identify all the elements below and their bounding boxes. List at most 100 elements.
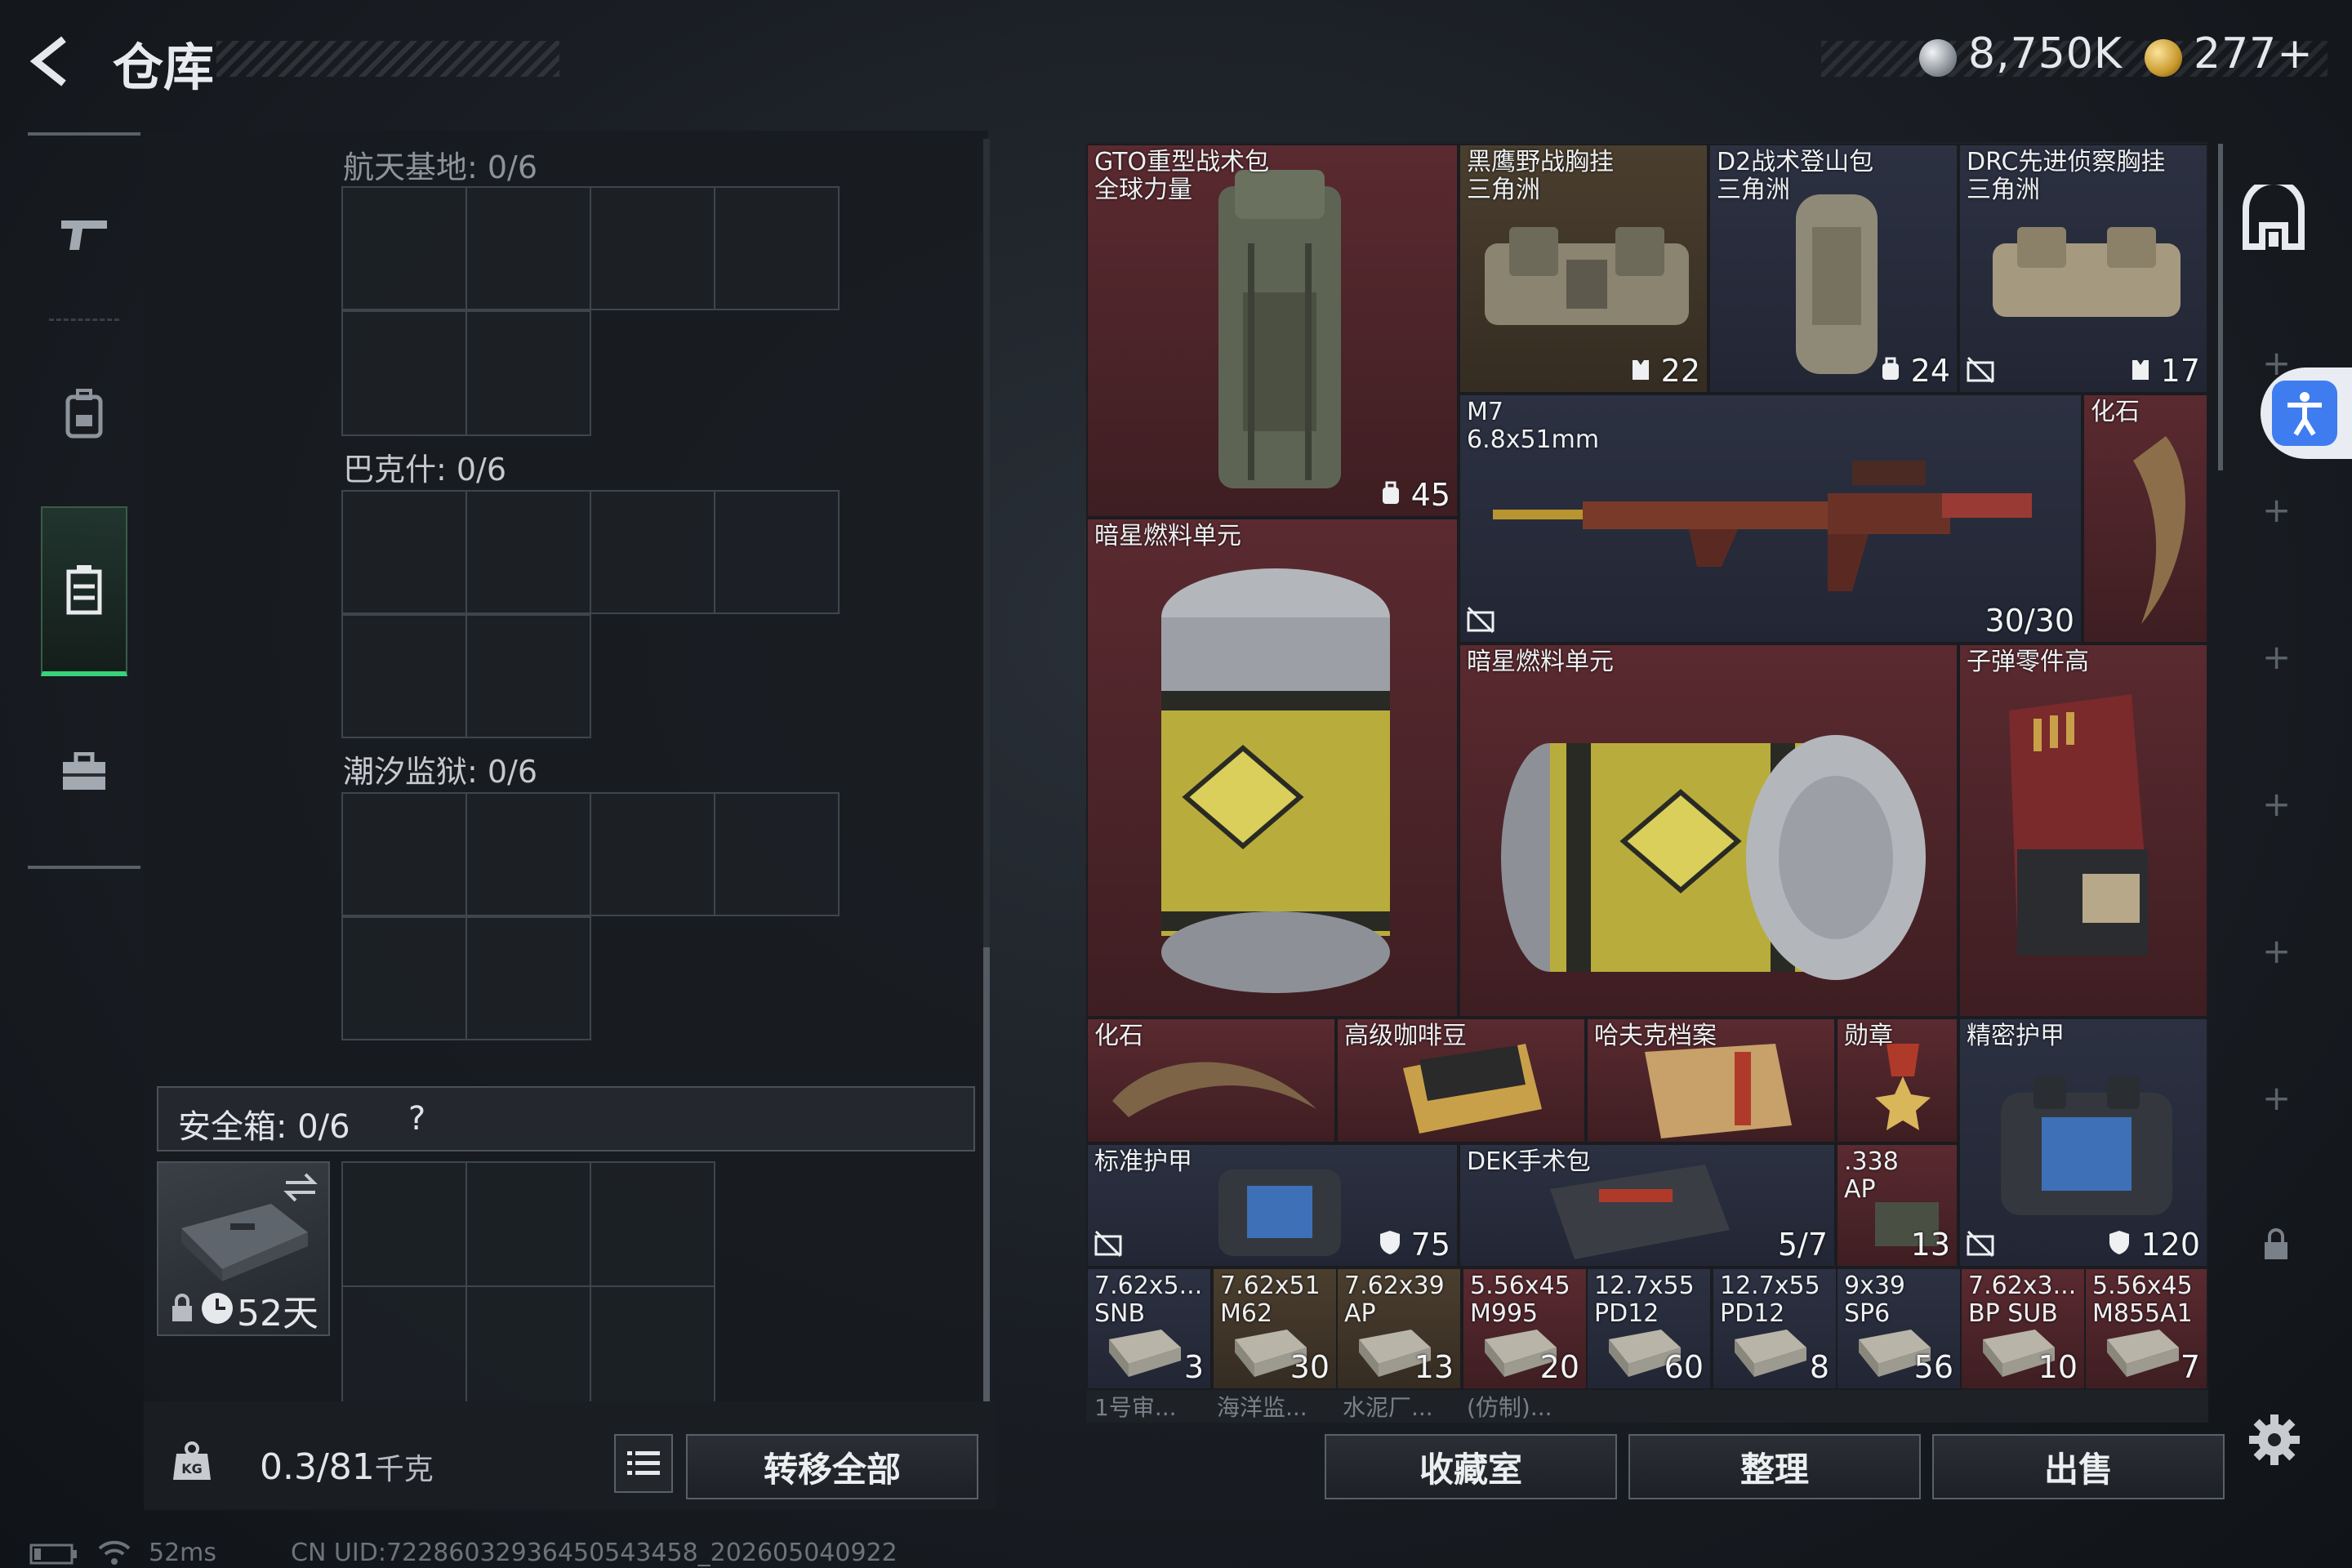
section-label-tidal-prison: 潮汐监狱: 0/6 xyxy=(343,754,538,790)
item-count: 75 xyxy=(1379,1227,1450,1263)
user-uid: CN UID:72286032936450543458_202605040922 xyxy=(291,1539,898,1567)
item-name: 9x39 SP6 xyxy=(1844,1272,1906,1328)
section-label-bakhsh: 巴克什: 0/6 xyxy=(343,452,507,488)
partial-item-label: 1号审... xyxy=(1094,1394,1177,1421)
stash-item-standard-armor[interactable]: 标准护甲 75 xyxy=(1086,1143,1459,1267)
stash-item-338-ap[interactable]: .338 AP 13 xyxy=(1836,1143,1958,1267)
stash-shelf-icon[interactable] xyxy=(2239,185,2308,253)
grid-line xyxy=(590,792,591,916)
stash-item-fossil[interactable]: 化石 xyxy=(2082,394,2208,644)
vest-small-icon xyxy=(1632,360,1649,380)
weapon-tab[interactable] xyxy=(41,160,127,307)
gear-icon[interactable] xyxy=(2247,1413,2301,1467)
silver-currency-value[interactable]: 8,750K xyxy=(1968,29,2123,78)
item-name: 化石 xyxy=(2091,398,2140,426)
accessibility-icon xyxy=(2272,381,2337,446)
swap-icon[interactable] xyxy=(281,1169,320,1205)
section-label-aerospace: 航天基地: 0/6 xyxy=(343,149,538,185)
item-count-value: 17 xyxy=(2160,353,2200,389)
gold-coin-icon xyxy=(2145,39,2182,77)
stash-item-precision-armor[interactable]: 精密护甲 120 xyxy=(1958,1018,2208,1267)
vest-image-icon xyxy=(1485,227,1689,325)
weight-display: 0.3/81千克 xyxy=(260,1446,434,1488)
back-arrow-icon[interactable] xyxy=(24,33,82,90)
organize-button[interactable]: 整理 xyxy=(1628,1434,1921,1499)
briefcase-tab[interactable] xyxy=(41,699,127,846)
list-view-button[interactable] xyxy=(614,1434,673,1493)
item-count: 20 xyxy=(1539,1349,1579,1385)
backpack-image-icon xyxy=(1796,194,1878,374)
item-name: D2战术登山包 三角洲 xyxy=(1717,148,1874,204)
clock-icon xyxy=(202,1293,233,1324)
stash-item-coffee[interactable]: 高级咖啡豆 xyxy=(1336,1018,1586,1143)
stash-item-ammo[interactable]: 7.62x39 AP 13 xyxy=(1336,1267,1462,1390)
partial-item-label: (仿制)... xyxy=(1467,1394,1552,1421)
ping-display: 52ms xyxy=(149,1539,217,1567)
rail-bottom-line xyxy=(28,866,140,869)
stash-item-dek-surgical-kit[interactable]: DEK手术包 5/7 xyxy=(1459,1143,1836,1267)
pistol-icon xyxy=(61,220,107,250)
stash-scrollbar-thumb[interactable] xyxy=(2218,144,2223,470)
stash-item-ammo[interactable]: 7.62x5... SNB 3 xyxy=(1086,1267,1212,1390)
item-name: 暗星燃料单元 xyxy=(1094,522,1241,550)
fossil-claw-icon xyxy=(1112,1062,1316,1117)
no-trade-icon xyxy=(1467,606,1494,634)
stash-item-ammo[interactable]: 5.56x45 M855A1 7 xyxy=(2084,1267,2208,1390)
item-name: 7.62x39 AP xyxy=(1344,1272,1445,1328)
grid-line xyxy=(590,186,591,310)
stash-tab[interactable] xyxy=(41,506,127,676)
accessibility-button[interactable] xyxy=(2261,368,2352,459)
item-count: 30/30 xyxy=(1984,603,2074,639)
add-shelf-icon[interactable]: + xyxy=(2262,931,2291,971)
item-name: DRC先进侦察胸挂 三角洲 xyxy=(1967,148,2166,204)
stash-item-blackeagle-vest[interactable]: 黑鹰野战胸挂 三角洲 22 xyxy=(1459,144,1708,394)
rail-divider xyxy=(49,318,119,321)
add-shelf-icon[interactable]: + xyxy=(2262,490,2291,530)
stash-item-ammo[interactable]: 9x39 SP6 56 xyxy=(1836,1267,1962,1390)
add-shelf-icon[interactable]: + xyxy=(2262,784,2291,824)
safe-box-help[interactable]: ? xyxy=(408,1100,425,1138)
sell-button[interactable]: 出售 xyxy=(1932,1434,2225,1499)
collection-room-button[interactable]: 收藏室 xyxy=(1325,1434,1617,1499)
stash-item-hafk-archive[interactable]: 哈夫克档案 xyxy=(1586,1018,1836,1143)
svg-text:KG: KG xyxy=(181,1461,203,1477)
stash-item-drc-vest[interactable]: DRC先进侦察胸挂 三角洲 17 xyxy=(1958,144,2208,394)
item-name: 标准护甲 xyxy=(1094,1147,1192,1176)
item-count: 17 xyxy=(2130,353,2200,389)
stash-item-d2-backpack[interactable]: D2战术登山包 三角洲 24 xyxy=(1708,144,1958,394)
transfer-all-button[interactable]: 转移全部 xyxy=(686,1434,978,1499)
lock-icon xyxy=(172,1294,192,1321)
page-title: 仓库 xyxy=(113,38,215,97)
backpack-icon xyxy=(65,389,103,439)
stash-item-darkstar-fuel[interactable]: 暗星燃料单元 xyxy=(1459,644,1958,1018)
gold-currency-value[interactable]: 277+ xyxy=(2194,29,2314,78)
stash-icon xyxy=(66,565,102,615)
left-scrollbar-thumb[interactable] xyxy=(983,947,990,1413)
armor-vest-icon xyxy=(1218,1169,1341,1256)
grid-line xyxy=(466,186,467,436)
stash-item-bullet-parts[interactable]: 子弹零件高 xyxy=(1958,644,2208,1018)
add-shelf-icon[interactable]: + xyxy=(2262,1078,2291,1118)
stash-item-ammo[interactable]: 5.56x45 M995 20 xyxy=(1462,1267,1588,1390)
silver-coin-icon xyxy=(1919,39,1957,77)
vest-image-icon xyxy=(1993,227,2180,317)
item-name: 12.7x55 PD12 xyxy=(1720,1272,1820,1328)
item-name: 5.56x45 M855A1 xyxy=(2092,1272,2193,1328)
stash-item-darkstar-fuel[interactable]: 暗星燃料单元 xyxy=(1086,518,1459,1018)
grid-line xyxy=(714,186,715,310)
item-count: 3 xyxy=(1183,1349,1204,1385)
no-trade-icon xyxy=(1094,1230,1122,1258)
stash-item-fossil[interactable]: 化石 xyxy=(1086,1018,1336,1143)
stash-item-ammo[interactable]: 12.7x55 PD12 60 xyxy=(1586,1267,1712,1390)
stash-item-ammo[interactable]: 7.62x3... BP SUB 10 xyxy=(1960,1267,2086,1390)
stash-item-gto-backpack[interactable]: GTO重型战术包 全球力量 45 xyxy=(1086,144,1459,518)
equipment-tab[interactable] xyxy=(41,340,127,487)
stash-item-m7-rifle[interactable]: M7 6.8x51mm 30/30 xyxy=(1459,394,2082,644)
stash-item-ammo[interactable]: 7.62x51 M62 30 xyxy=(1212,1267,1338,1390)
item-count: 60 xyxy=(1664,1349,1704,1385)
ammo-crate-icon xyxy=(2009,694,2148,956)
medal-icon xyxy=(1875,1044,1931,1130)
stash-item-medal[interactable]: 勋章 xyxy=(1836,1018,1958,1143)
stash-item-ammo[interactable]: 12.7x55 PD12 8 xyxy=(1712,1267,1838,1390)
add-shelf-icon[interactable]: + xyxy=(2262,637,2291,677)
